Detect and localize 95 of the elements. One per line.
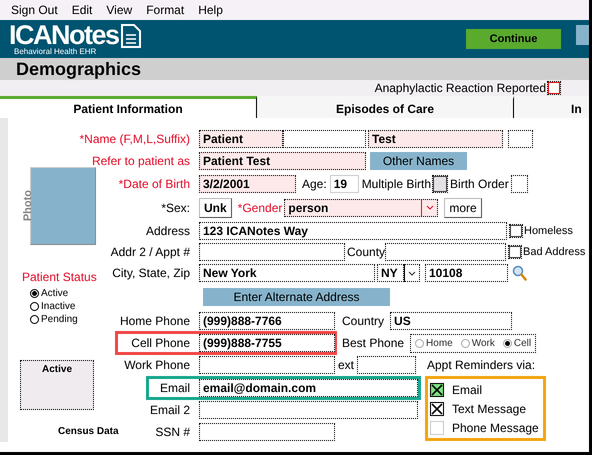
field-label: *Gender bbox=[238, 200, 282, 214]
chevron-icon bbox=[408, 270, 416, 276]
checkbox[interactable] bbox=[509, 246, 522, 258]
input-field[interactable]: email@domain.com bbox=[199, 378, 418, 396]
logo-text: ICANotes bbox=[9, 22, 119, 49]
input-field[interactable] bbox=[283, 130, 366, 148]
photo-label: Photo bbox=[22, 190, 34, 222]
field-label: Multiple Birth bbox=[362, 176, 432, 190]
field-label: County bbox=[347, 245, 386, 259]
radio-button[interactable] bbox=[502, 338, 512, 348]
field-label: Address bbox=[146, 224, 190, 238]
status-box: Active bbox=[20, 360, 94, 410]
alternate-address-button[interactable]: Enter Alternate Address bbox=[203, 288, 390, 306]
sex-dropdown[interactable]: Unk bbox=[199, 198, 232, 218]
input-field[interactable]: 3/2/2001 bbox=[199, 174, 296, 192]
input-field[interactable]: 19 bbox=[330, 174, 359, 192]
radio-button[interactable] bbox=[415, 338, 424, 348]
radio-label: Home bbox=[426, 338, 453, 348]
input-field[interactable]: NY bbox=[377, 264, 404, 282]
input-field[interactable]: 123 ICANotes Way bbox=[199, 222, 507, 240]
section-title: Patient Status bbox=[22, 270, 97, 284]
input-field[interactable]: New York bbox=[199, 264, 375, 282]
field-label: *Sex: bbox=[161, 200, 190, 214]
checkbox-label: Phone Message bbox=[452, 420, 539, 434]
dropdown-button[interactable] bbox=[404, 264, 420, 282]
input-field[interactable]: 10108 bbox=[425, 264, 508, 282]
field-label: Home Phone bbox=[120, 314, 190, 328]
field-label: *Name (F,M,L,Suffix) bbox=[80, 132, 190, 146]
input-field[interactable] bbox=[199, 243, 345, 261]
field-label: Refer to patient as bbox=[92, 154, 190, 168]
field-label: *Date of Birth bbox=[118, 176, 190, 190]
menu-item[interactable]: Help bbox=[191, 3, 230, 17]
input-field[interactable] bbox=[385, 243, 506, 261]
field-label: ext bbox=[338, 358, 354, 372]
field-label: SSN # bbox=[155, 424, 190, 438]
input-field[interactable] bbox=[199, 401, 418, 419]
radio-label: Inactive bbox=[41, 301, 76, 312]
radio-label: Active bbox=[41, 288, 68, 299]
menu-item[interactable]: Sign Out bbox=[4, 3, 65, 17]
radio-label: Cell bbox=[514, 338, 532, 348]
input-field[interactable]: Test bbox=[368, 130, 503, 148]
checkbox[interactable] bbox=[430, 402, 444, 416]
menu-item[interactable]: Edit bbox=[64, 3, 100, 17]
radio-button[interactable] bbox=[30, 289, 39, 298]
field-label: Addr 2 / Appt # bbox=[110, 245, 190, 259]
checkbox[interactable] bbox=[510, 225, 522, 237]
input-field[interactable]: US bbox=[390, 312, 512, 330]
radio-button[interactable] bbox=[30, 302, 39, 311]
checkbox-label: Bad Address bbox=[523, 246, 586, 258]
input-field[interactable] bbox=[199, 356, 335, 374]
continue-button[interactable]: Continue bbox=[466, 29, 561, 49]
field-label: Birth Order bbox=[450, 176, 509, 190]
checkbox-label: Text Message bbox=[452, 402, 526, 416]
radio-button[interactable] bbox=[30, 315, 39, 324]
chevron-icon bbox=[426, 205, 434, 210]
input-field[interactable]: person bbox=[284, 198, 438, 216]
section-title: Appt Reminders via: bbox=[427, 358, 536, 372]
checkbox[interactable] bbox=[430, 382, 444, 396]
input-field[interactable]: Patient bbox=[199, 130, 283, 148]
checkbox-label: Homeless bbox=[524, 225, 573, 237]
input-field[interactable]: (999)888-7755 bbox=[199, 334, 335, 352]
checkbox[interactable] bbox=[430, 420, 444, 434]
menu-item[interactable]: View bbox=[99, 3, 140, 17]
menu-item[interactable]: Format bbox=[139, 3, 192, 17]
logo-tagline: Behavioral Health EHR bbox=[14, 48, 98, 56]
field-label: Country bbox=[342, 314, 384, 328]
checkbox-label: Anaphylactic Reaction Reported bbox=[374, 81, 546, 95]
other-names-button[interactable]: Other Names bbox=[370, 152, 467, 170]
field-label: Email bbox=[160, 380, 190, 394]
page-title: Demographics bbox=[16, 58, 142, 80]
input-field[interactable]: (999)888-7766 bbox=[199, 312, 335, 330]
field-label: City, State, Zip bbox=[112, 266, 190, 280]
document-icon bbox=[120, 22, 142, 48]
tab[interactable]: Patient Information bbox=[0, 96, 257, 118]
radio-label: Pending bbox=[41, 314, 78, 325]
input-field[interactable] bbox=[510, 174, 528, 192]
field-label: Email 2 bbox=[150, 403, 190, 417]
radio-button[interactable] bbox=[460, 338, 470, 348]
field-label: Best Phone bbox=[342, 336, 404, 350]
more-button[interactable]: more bbox=[444, 198, 482, 218]
field-label: Age: bbox=[302, 176, 327, 190]
tab[interactable]: In bbox=[514, 96, 589, 118]
radio-label: Work bbox=[472, 338, 495, 348]
input-field[interactable] bbox=[199, 422, 335, 440]
input-field[interactable] bbox=[357, 356, 416, 374]
section-title: Census Data bbox=[58, 426, 119, 437]
checkbox[interactable] bbox=[433, 176, 448, 192]
field-label: Cell Phone bbox=[131, 336, 190, 350]
checkbox[interactable] bbox=[548, 82, 560, 94]
input-field[interactable]: Patient Test bbox=[199, 152, 366, 170]
input-field[interactable] bbox=[508, 130, 533, 148]
tab[interactable]: Episodes of Care bbox=[257, 96, 514, 118]
field-label: Work Phone bbox=[124, 358, 190, 372]
search-icon[interactable] bbox=[512, 265, 527, 281]
checkbox-label: Email bbox=[452, 382, 482, 396]
